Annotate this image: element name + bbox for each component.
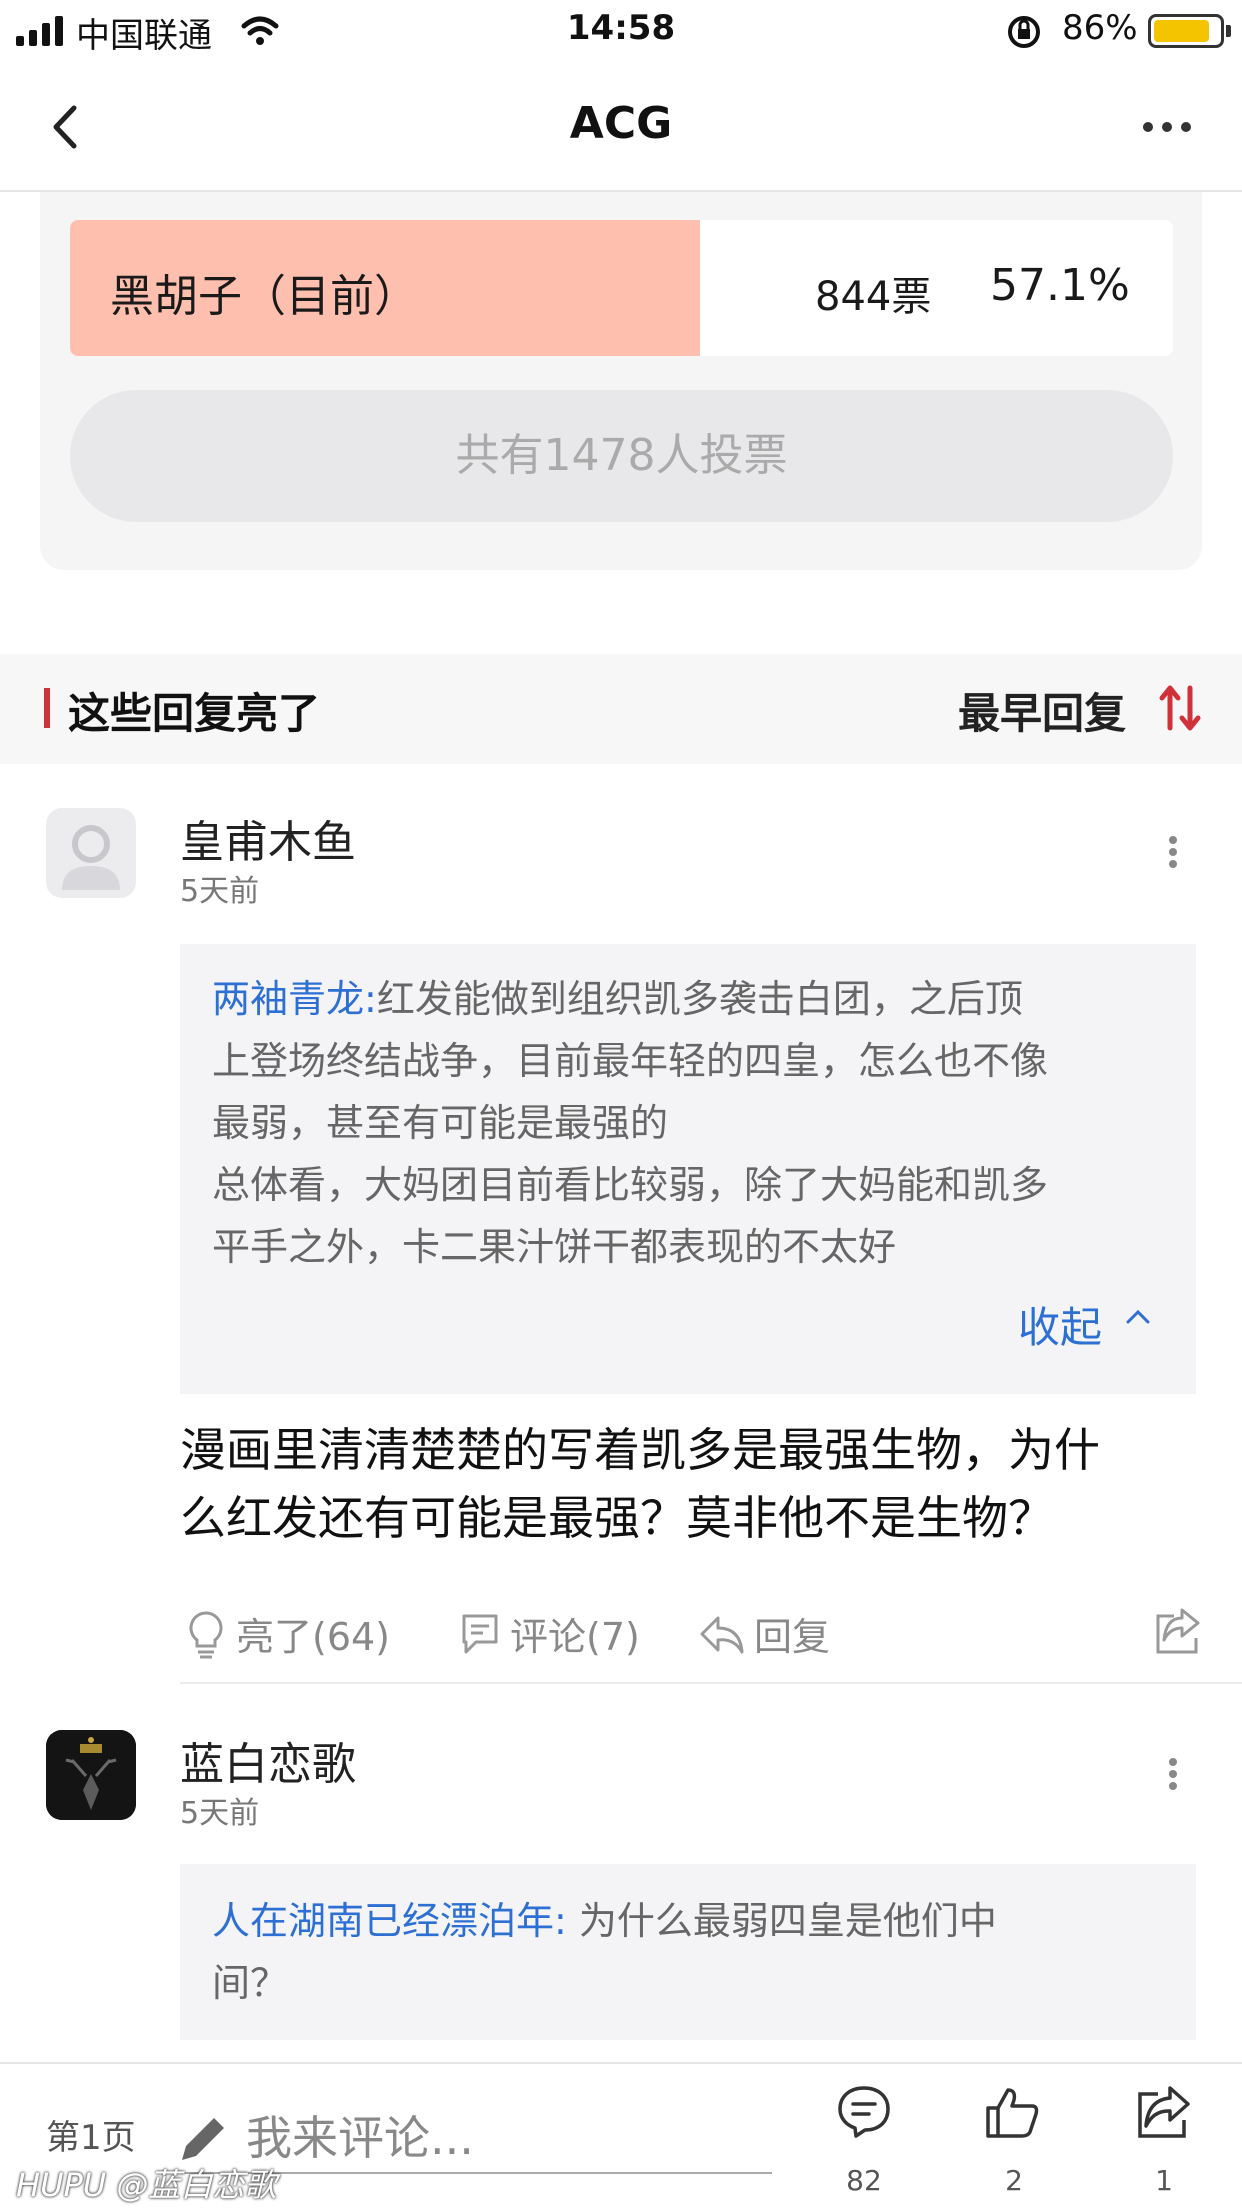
thumbs-up-icon[interactable] — [984, 2084, 1042, 2140]
comment-time: 5天前 — [180, 1796, 260, 1831]
comment-input[interactable]: 我来评论... — [246, 2102, 474, 2168]
battery-icon — [1148, 14, 1224, 48]
comment-body-line: 么红发还有可能是最强？莫非他不是生物？ — [180, 1491, 1054, 1545]
quote-author[interactable]: 两袖青龙: — [212, 977, 377, 1021]
poll-total-button[interactable]: 共有1478人投票 — [70, 390, 1173, 522]
poll-vote-count: 844票 — [815, 274, 932, 320]
poll-option-label: 黑胡子（目前） — [110, 271, 418, 322]
comment-bubble-icon[interactable] — [836, 2084, 892, 2140]
watermark: HUPU @蓝白恋歌 — [16, 2166, 277, 2204]
avatar[interactable] — [46, 808, 136, 898]
comment-username[interactable]: 蓝白恋歌 — [180, 1728, 356, 1792]
pencil-icon — [182, 2118, 224, 2160]
quote-line: 上登场终结战争，目前最年轻的四皇，怎么也不像 — [212, 1039, 1049, 1083]
status-time: 14:58 — [566, 8, 676, 48]
shares-count: 1 — [1155, 2164, 1173, 2197]
status-bar: 中国联通 14:58 86% — [0, 0, 1242, 64]
quote-author[interactable]: 人在湖南已经漂泊年: — [212, 1899, 567, 1943]
comments-count: 82 — [846, 2164, 882, 2197]
poll-option[interactable]: 黑胡子（目前） 844票 57.1% — [70, 220, 1173, 356]
avatar[interactable] — [46, 1730, 136, 1820]
section-header: 这些回复亮了 最早回复 — [0, 654, 1242, 764]
comment-time: 5天前 — [180, 874, 260, 909]
more-vertical-icon[interactable] — [1167, 1756, 1187, 1796]
page-title: ACG — [569, 98, 673, 149]
comment-body: 漫画里清清楚楚的写着凯多是最强生物，为什 么红发还有可能是最强？莫非他不是生物？ — [180, 1416, 1200, 1552]
page-indicator[interactable]: 第1页 — [46, 2110, 136, 2159]
like-button[interactable]: 亮了(64) — [184, 1606, 390, 1661]
chevron-up-icon[interactable] — [1124, 1308, 1152, 1326]
quote-line: 最弱，甚至有可能是最强的 — [212, 1101, 669, 1145]
like-label: 亮了(64) — [236, 1615, 391, 1659]
quote-line: 红发能做到组织凯多袭击白团，之后顶 — [376, 977, 1023, 1021]
default-user-icon — [62, 825, 120, 890]
comments-label: 评论(7) — [510, 1615, 640, 1659]
quote-line: 间？ — [212, 1961, 289, 2005]
battery-tip — [1226, 25, 1231, 37]
section-title: 这些回复亮了 — [68, 689, 321, 738]
divider — [180, 1682, 1242, 1684]
quoted-reply-text: 人在湖南已经漂泊年: 为什么最弱四皇是他们中 间？ — [212, 1890, 1172, 2014]
collapse-button[interactable]: 收起 — [1018, 1294, 1102, 1355]
poll-percent: 57.1% — [990, 260, 1130, 311]
quote-line: 总体看，大妈团目前看比较弱，除了大妈能和凯多 — [212, 1163, 1049, 1207]
share-icon[interactable] — [1136, 2084, 1194, 2140]
quote-line: 平手之外，卡二果汁饼干都表现的不太好 — [212, 1225, 897, 1269]
battery-percent: 86% — [1062, 8, 1138, 48]
share-icon[interactable] — [1152, 1606, 1204, 1656]
sort-toggle-label[interactable]: 最早回复 — [958, 680, 1126, 741]
reply-arrow-icon — [700, 1616, 744, 1653]
nav-bar: ACG — [0, 64, 1242, 192]
quote-line: 为什么最弱四皇是他们中 — [566, 1899, 997, 1943]
more-vertical-icon[interactable] — [1167, 834, 1187, 874]
comments-button[interactable]: 评论(7) — [458, 1606, 640, 1661]
more-horizontal-icon[interactable] — [1142, 120, 1192, 134]
quoted-reply-text: 两袖青龙:红发能做到组织凯多袭击白团，之后顶 上登场终结战争，目前最年轻的四皇，… — [212, 968, 1172, 1278]
reply-button[interactable]: 回复 — [698, 1606, 830, 1661]
comment-username[interactable]: 皇甫木鱼 — [180, 806, 356, 870]
orientation-lock-icon — [1008, 16, 1040, 48]
reply-label: 回复 — [754, 1615, 831, 1659]
speech-bubble-icon — [462, 1614, 498, 1653]
comment-body-line: 漫画里清清楚楚的写着凯多是最强生物，为什 — [180, 1423, 1100, 1477]
sort-arrows-icon[interactable] — [1158, 684, 1204, 732]
likes-count: 2 — [1005, 2164, 1023, 2197]
lightbulb-icon — [189, 1610, 223, 1658]
deer-avatar-icon — [46, 1730, 136, 1820]
section-accent-bar — [44, 688, 50, 728]
